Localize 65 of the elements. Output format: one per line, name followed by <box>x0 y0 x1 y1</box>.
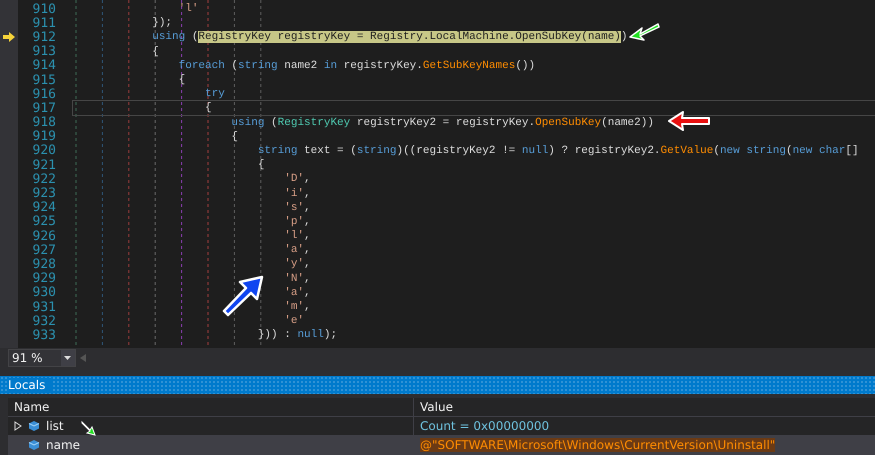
code-line: 'i', <box>283 186 311 201</box>
code-line: 'p', <box>283 214 311 229</box>
code-line: 'N', <box>283 272 311 286</box>
panel-title: Locals <box>8 378 52 392</box>
arrow-icon <box>628 22 660 42</box>
line-number: 926 <box>32 228 57 244</box>
code-line: try <box>204 87 225 102</box>
variable-name: list <box>46 419 64 433</box>
code-line: { <box>178 73 186 88</box>
code-line: 'l', <box>283 229 311 244</box>
line-number: 914 <box>32 58 57 74</box>
code-line: 's', <box>283 200 311 215</box>
line-number: 919 <box>32 129 57 144</box>
arrow-icon <box>667 110 711 132</box>
line-number: 933 <box>32 328 57 343</box>
line-number: 932 <box>32 314 57 329</box>
line-number: 925 <box>32 214 57 230</box>
code-line: 'e' <box>283 314 304 328</box>
variable-value: Count = 0x00000000 <box>420 419 550 433</box>
line-number: 921 <box>32 158 57 173</box>
code-line: { <box>230 130 238 144</box>
code-line: }); <box>151 16 172 30</box>
line-number: 922 <box>32 172 57 187</box>
code-line: foreach (string name2 in registryKey.GetSubKeyNames()) <box>178 58 536 73</box>
line-number: 931 <box>32 300 57 315</box>
line-number: 918 <box>32 115 57 130</box>
line-number: 916 <box>32 86 57 102</box>
arrow-icon <box>80 420 98 438</box>
line-number: 930 <box>32 285 57 300</box>
code-line: using (RegistryKey registryKey = Registry.LocalMachine.OpenSubKey(name)) <box>151 30 628 44</box>
line-number: 927 <box>32 242 57 258</box>
line-number: 912 <box>32 30 57 45</box>
line-number: 917 <box>32 100 57 116</box>
column-header: Value <box>413 398 875 417</box>
caret-icon[interactable] <box>64 356 71 360</box>
code-line: string text = (string)((registryKey2 != null) ? registryKey2.GetValue(new string(new char[] <box>256 144 859 158</box>
code-line: using (RegistryKey registryKey2 = registryKey.OpenSubKey(name2)) <box>230 116 654 130</box>
cube-icon <box>28 439 40 451</box>
cube-icon <box>28 420 40 432</box>
code-line: { <box>73 101 875 116</box>
code-line: { <box>151 44 159 59</box>
variable-name: name <box>46 438 80 452</box>
code-line: 'm', <box>283 300 311 314</box>
code-line: 'l' <box>178 2 198 16</box>
code-line: 'y', <box>283 257 311 272</box>
arrow-icon <box>222 275 264 317</box>
table-cell[interactable]: name <box>8 436 413 455</box>
expand-icon[interactable] <box>14 421 22 431</box>
line-number: 915 <box>32 72 57 88</box>
line-number: 913 <box>32 44 57 60</box>
variable-value: @"SOFTWARE\Microsoft\Windows\CurrentVersion\Uninstall" <box>420 438 776 452</box>
line-number: 924 <box>32 200 57 216</box>
column-header: Name <box>8 398 413 417</box>
code-line: })) : null); <box>256 328 338 342</box>
line-number: 928 <box>32 256 57 272</box>
line-number: 929 <box>32 271 57 286</box>
code-line: 'a', <box>283 286 311 300</box>
code-line: 'a', <box>283 243 311 258</box>
code-line: { <box>256 158 264 172</box>
code-line: 'D', <box>283 172 311 186</box>
line-number: 920 <box>32 143 57 158</box>
line-number: 910 <box>32 2 57 17</box>
line-number: 911 <box>32 16 57 31</box>
zoom-dropdown[interactable]: 91 % <box>8 349 76 367</box>
line-number: 923 <box>32 186 57 202</box>
